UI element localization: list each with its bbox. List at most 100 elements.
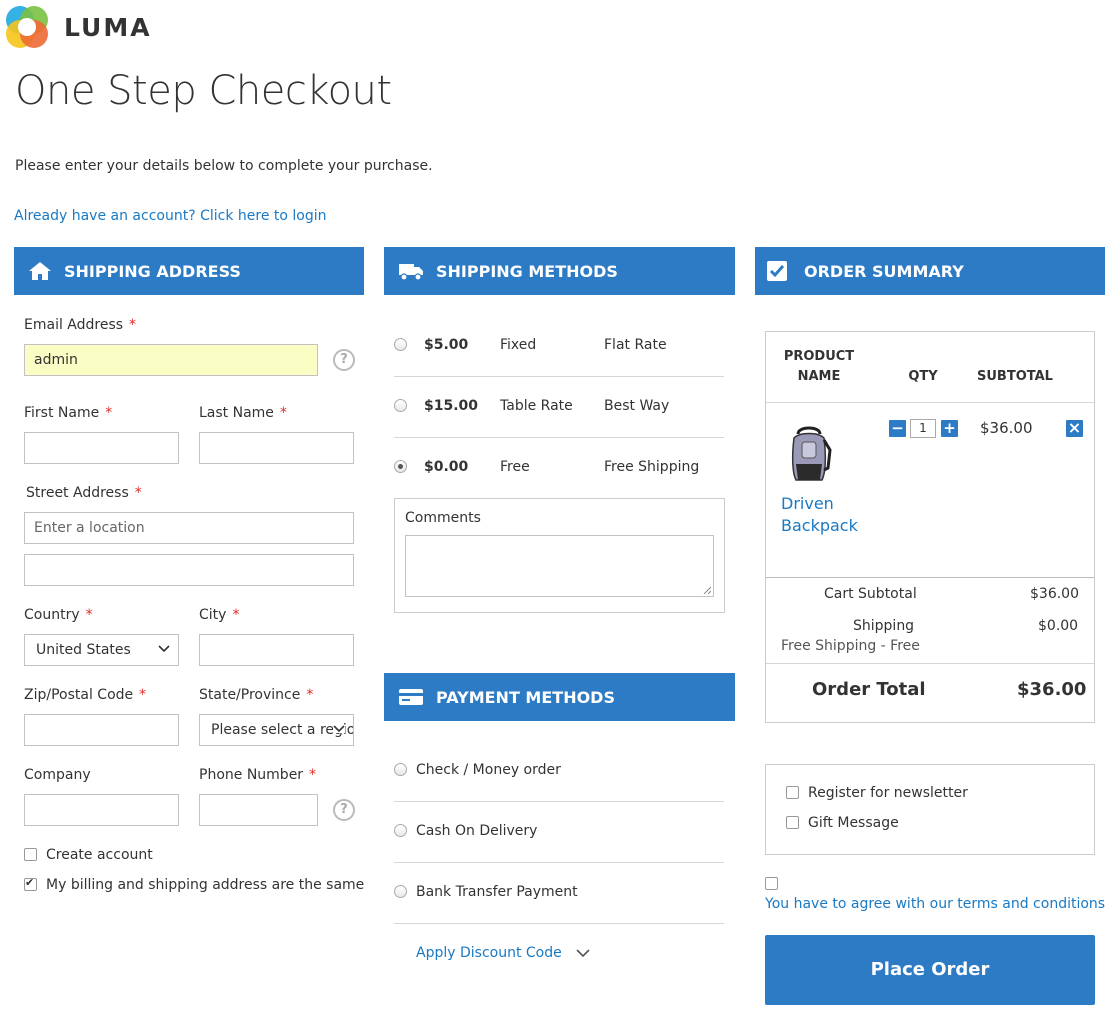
company-field[interactable] [24,794,179,826]
phone-help-icon[interactable]: ? [333,799,355,821]
gift-message-label: Gift Message [808,815,899,831]
phone-label: Phone Number * [199,767,317,783]
email-field[interactable]: admin [24,344,318,376]
order-summary-title: ORDER SUMMARY [804,261,964,281]
newsletter-checkbox[interactable] [786,786,799,799]
shipping-option-carrier: Flat Rate [604,337,667,353]
chevron-down-icon [158,645,170,653]
comments-label: Comments [405,510,481,526]
shipping-methods-title: SHIPPING METHODS [436,261,618,281]
zip-field[interactable] [24,714,179,746]
shipping-option-price: $0.00 [424,459,469,475]
place-order-button[interactable]: Place Order [765,935,1095,1005]
email-help-icon[interactable]: ? [333,349,355,371]
zip-label: Zip/Postal Code * [24,687,147,703]
page-title: One Step Checkout [15,68,392,114]
payment-methods-title: PAYMENT METHODS [436,687,615,707]
payment-check-money-radio[interactable] [394,763,407,776]
country-label: Country * [24,607,93,623]
qty-input[interactable]: 1 [910,419,936,438]
country-select[interactable]: United States [24,634,179,666]
shipping-address-header: SHIPPING ADDRESS [14,247,364,295]
shipping-label: Shipping [853,618,915,634]
divider [394,923,724,924]
shipping-option-price: $15.00 [424,398,479,414]
divider [766,663,1094,664]
resize-handle-icon[interactable] [703,586,711,594]
shipping-methods-header: SHIPPING METHODS [384,247,735,295]
apply-discount-toggle[interactable]: Apply Discount Code [416,945,590,961]
divider [766,402,1094,403]
state-select[interactable]: Please select a region, state or provinc… [199,714,354,746]
payment-option-label: Bank Transfer Payment [416,884,578,900]
column-header-product: PRODUCT NAME [783,349,855,384]
payment-option-label: Check / Money order [416,762,561,778]
item-subtotal: $36.00 [980,419,1033,437]
remove-item-button[interactable]: × [1066,420,1083,437]
qty-decrease-button[interactable]: − [889,420,906,437]
qty-increase-button[interactable]: + [941,420,958,437]
terms-link[interactable]: You have to agree with our terms and con… [765,896,1105,912]
shipping-option-price: $5.00 [424,337,469,353]
phone-field[interactable] [199,794,318,826]
column-header-subtotal: SUBTOTAL [977,369,1053,384]
street-line-2-field[interactable] [24,554,354,586]
create-account-label: Create account [46,847,153,863]
apply-discount-link[interactable]: Apply Discount Code [416,945,562,961]
truck-icon [399,264,423,281]
product-thumbnail[interactable] [784,424,834,486]
city-label: City * [199,607,240,623]
luma-logo-icon [4,4,50,50]
shipping-option-flat-rate-radio[interactable] [394,338,407,351]
shipping-option-carrier: Free Shipping [604,459,700,475]
order-summary-header: ORDER SUMMARY [755,247,1105,295]
divider [394,437,724,438]
login-link[interactable]: Already have an account? Click here to l… [14,208,327,224]
comments-textarea[interactable] [405,535,714,597]
email-label: Email Address * [24,317,137,333]
shipping-option-method: Fixed [500,337,537,353]
billing-same-label: My billing and shipping address are the … [46,877,365,893]
divider [394,376,724,377]
intro-text: Please enter your details below to compl… [15,158,433,174]
first-name-field[interactable] [24,432,179,464]
newsletter-label: Register for newsletter [808,785,968,801]
last-name-field[interactable] [199,432,354,464]
state-label: State/Province * [199,687,314,703]
street-label: Street Address * [26,485,142,501]
shipping-option-free-shipping-radio[interactable] [394,460,407,473]
payment-bank-transfer-radio[interactable] [394,885,407,898]
city-field[interactable] [199,634,354,666]
shipping-value: $0.00 [1038,618,1079,634]
chevron-down-icon [333,725,345,733]
shipping-option-best-way-radio[interactable] [394,399,407,412]
credit-card-icon [399,689,423,705]
divider [394,862,724,863]
column-header-qty: QTY [908,369,938,384]
create-account-checkbox[interactable] [24,848,37,861]
shipping-address-title: SHIPPING ADDRESS [64,261,241,281]
chevron-down-icon [576,948,590,957]
cart-subtotal-label: Cart Subtotal [824,586,917,602]
luma-logo[interactable]: LUMA [4,4,154,50]
billing-same-checkbox[interactable] [24,876,37,891]
checkbox-checked-icon [767,261,787,281]
shipping-option-method: Table Rate [500,398,573,414]
company-label: Company [24,767,91,783]
brand-name: LUMA [64,12,152,42]
street-line-1-field[interactable]: Enter a location [24,512,354,544]
gift-message-checkbox[interactable] [786,816,799,829]
divider [766,577,1094,578]
shipping-option-carrier: Best Way [604,398,670,414]
order-total-value: $36.00 [1017,679,1087,700]
order-total-label: Order Total [812,679,926,700]
product-name-link[interactable]: Driven Backpack [781,493,871,537]
divider [394,801,724,802]
payment-cash-on-delivery-radio[interactable] [394,824,407,837]
order-options-box [765,764,1095,855]
shipping-detail: Free Shipping - Free [781,638,920,654]
terms-checkbox[interactable] [765,877,778,890]
country-selected-value: United States [36,642,131,658]
cart-subtotal-value: $36.00 [1030,586,1079,602]
first-name-label: First Name * [24,405,113,421]
